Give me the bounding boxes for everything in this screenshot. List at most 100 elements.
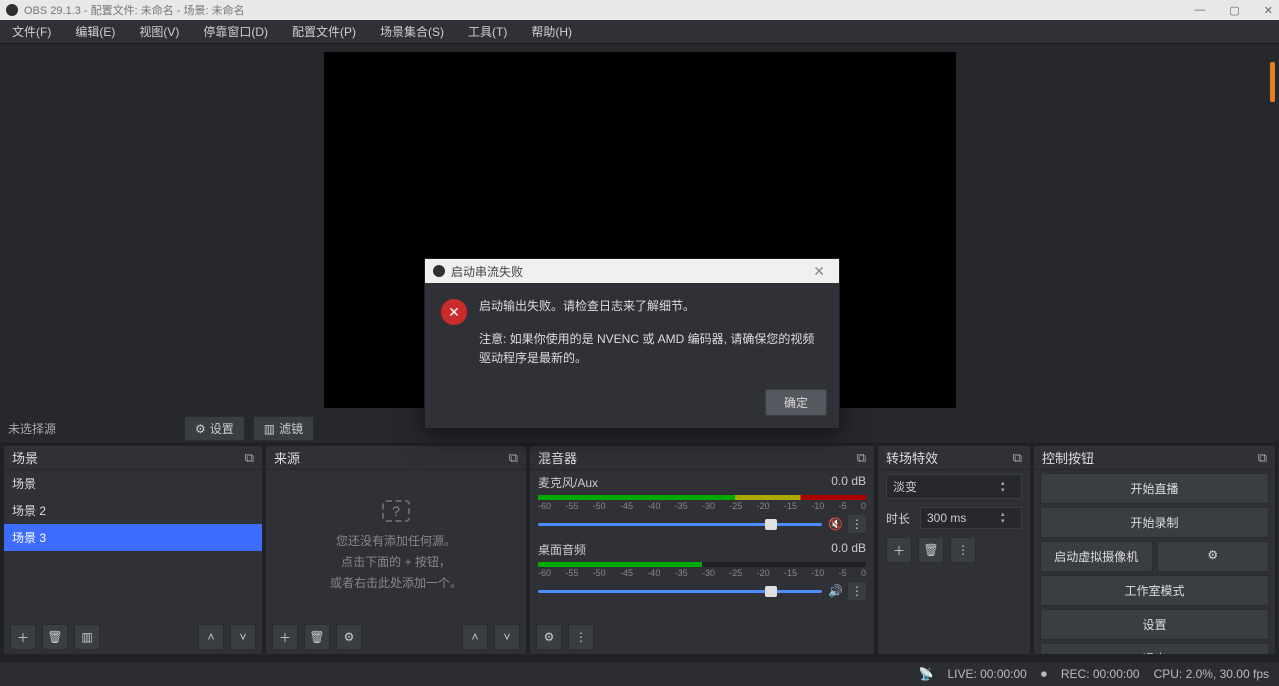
transitions-body: 淡变 ▴▾ 时长 300 ms ▴▾ ＋ 🗑 ⋮ — [878, 470, 1030, 654]
transition-select[interactable]: 淡变 ▴▾ — [886, 474, 1022, 499]
gear-icon: ⚙ — [195, 422, 206, 436]
move-scene-down-button[interactable]: ˅ — [230, 624, 256, 650]
docks-row: 场景 ⧉ 场景 场景 2 场景 3 ＋ 🗑 ▥ ˄ ˅ 来源 ⧉ ? 您还没有添… — [0, 444, 1279, 656]
trash-icon: 🗑 — [47, 630, 62, 644]
exit-button[interactable]: 退出 — [1040, 643, 1269, 654]
source-filters-button[interactable]: ▥ 滤镜 — [253, 416, 314, 441]
chevron-down-icon: ˅ — [239, 630, 246, 644]
speaker-icon[interactable]: 🔊 — [828, 584, 842, 598]
add-scene-button[interactable]: ＋ — [10, 624, 36, 650]
remove-transition-button[interactable]: 🗑 — [918, 537, 944, 563]
scenes-title: 场景 — [12, 448, 38, 467]
sources-empty-line: 或者右击此处添加一个。 — [330, 574, 462, 591]
duration-input[interactable]: 300 ms ▴▾ — [920, 507, 1022, 529]
add-source-button[interactable]: ＋ — [272, 624, 298, 650]
dots-icon: ⋮ — [851, 584, 863, 598]
add-transition-button[interactable]: ＋ — [886, 537, 912, 563]
menu-docks[interactable]: 停靠窗口(D) — [197, 20, 274, 43]
dialog-title: 启动串流失败 — [451, 263, 523, 280]
transitions-panel: 转场特效 ⧉ 淡变 ▴▾ 时长 300 ms ▴▾ ＋ 🗑 ⋮ — [878, 446, 1030, 654]
meter-ticks: -60-55-50-45-40-35-30-25-20-15-10-50 — [538, 568, 866, 578]
menu-file[interactable]: 文件(F) — [6, 20, 57, 43]
start-record-button[interactable]: 开始录制 — [1040, 507, 1269, 538]
trash-icon: 🗑 — [923, 543, 938, 557]
close-button[interactable]: ✕ — [1264, 4, 1273, 17]
mixer-footer: ⚙ ⋮ — [530, 620, 874, 654]
menu-edit[interactable]: 编辑(E) — [69, 20, 121, 43]
scene-item[interactable]: 场景 — [4, 470, 262, 497]
dialog-body: ✕ 启动输出失败。请检查日志来了解细节。 注意: 如果你使用的是 NVENC 或… — [425, 283, 839, 381]
channel-name: 桌面音频 — [538, 541, 586, 558]
menu-tools[interactable]: 工具(T) — [462, 20, 513, 43]
popout-icon[interactable]: ⧉ — [509, 450, 518, 466]
menu-profile[interactable]: 配置文件(P) — [286, 20, 362, 43]
status-live: LIVE: 00:00:00 — [947, 667, 1026, 681]
no-selection-label: 未选择源 — [8, 420, 176, 437]
sources-title: 来源 — [274, 448, 300, 467]
transition-options-button[interactable]: ⋮ — [950, 537, 976, 563]
start-virtualcam-button[interactable]: 启动虚拟摄像机 — [1040, 541, 1153, 572]
mixer-channel: 麦克风/Aux 0.0 dB -60-55-50-45-40-35-30-25-… — [530, 470, 874, 537]
sources-header: 来源 ⧉ — [266, 446, 526, 470]
popout-icon[interactable]: ⧉ — [245, 450, 254, 466]
sources-footer: ＋ 🗑 ⚙ ˄ ˅ — [266, 620, 526, 654]
popout-icon[interactable]: ⧉ — [1258, 450, 1267, 466]
settings-button[interactable]: 设置 — [1040, 609, 1269, 640]
channel-options-button[interactable]: ⋮ — [848, 582, 866, 600]
mixer-settings-button[interactable]: ⚙ — [536, 624, 562, 650]
sources-body[interactable]: ? 您还没有添加任何源。 点击下面的 + 按钮， 或者右击此处添加一个。 — [266, 470, 526, 620]
source-settings-label: 设置 — [210, 420, 234, 437]
scenes-panel: 场景 ⧉ 场景 场景 2 场景 3 ＋ 🗑 ▥ ˄ ˅ — [4, 446, 262, 654]
volume-slider[interactable] — [538, 590, 822, 593]
volume-slider[interactable] — [538, 523, 822, 526]
channel-options-button[interactable]: ⋮ — [848, 515, 866, 533]
sources-empty-line: 您还没有添加任何源。 — [336, 532, 456, 549]
scenes-list[interactable]: 场景 场景 2 场景 3 — [4, 470, 262, 620]
slider-thumb[interactable] — [765, 586, 777, 597]
sources-empty-line: 点击下面的 + 按钮， — [341, 553, 451, 570]
spinner-icon[interactable]: ▴▾ — [1001, 511, 1015, 525]
dialog-close-button[interactable]: ✕ — [807, 263, 831, 280]
dialog-line: 启动输出失败。请检查日志来了解细节。 — [479, 297, 823, 316]
source-properties-button[interactable]: ⚙ — [336, 624, 362, 650]
scroll-indicator — [1270, 62, 1275, 102]
dialog-ok-button[interactable]: 确定 — [765, 389, 827, 416]
mixer-channel: 桌面音频 0.0 dB -60-55-50-45-40-35-30-25-20-… — [530, 537, 874, 604]
slider-thumb[interactable] — [765, 519, 777, 530]
remove-source-button[interactable]: 🗑 — [304, 624, 330, 650]
error-dialog: 启动串流失败 ✕ ✕ 启动输出失败。请检查日志来了解细节。 注意: 如果你使用的… — [424, 258, 840, 429]
move-source-up-button[interactable]: ˄ — [462, 624, 488, 650]
move-scene-up-button[interactable]: ˄ — [198, 624, 224, 650]
menubar: 文件(F) 编辑(E) 视图(V) 停靠窗口(D) 配置文件(P) 场景集合(S… — [0, 20, 1279, 44]
status-cpu: CPU: 2.0%, 30.00 fps — [1154, 667, 1269, 681]
move-source-down-button[interactable]: ˅ — [494, 624, 520, 650]
filters-icon: ▥ — [264, 422, 275, 436]
select-spinner: ▴▾ — [1001, 480, 1015, 494]
scene-item[interactable]: 场景 2 — [4, 497, 262, 524]
mute-icon[interactable]: 🔇 — [828, 517, 842, 531]
window-controls: — ▢ ✕ — [1194, 4, 1273, 17]
virtualcam-settings-button[interactable]: ⚙ — [1157, 541, 1270, 572]
menu-help[interactable]: 帮助(H) — [525, 20, 578, 43]
gear-icon: ⚙ — [344, 630, 355, 644]
dialog-line: 注意: 如果你使用的是 NVENC 或 AMD 编码器, 请确保您的视频驱动程序… — [479, 330, 823, 368]
scene-item[interactable]: 场景 3 — [4, 524, 262, 551]
gear-icon: ⚙ — [544, 630, 555, 644]
scene-filters-button[interactable]: ▥ — [74, 624, 100, 650]
menu-scene-collection[interactable]: 场景集合(S) — [374, 20, 450, 43]
studio-mode-button[interactable]: 工作室模式 — [1040, 575, 1269, 606]
maximize-button[interactable]: ▢ — [1229, 4, 1239, 17]
start-stream-button[interactable]: 开始直播 — [1040, 473, 1269, 504]
source-settings-button[interactable]: ⚙ 设置 — [184, 416, 245, 441]
mixer-options-button[interactable]: ⋮ — [568, 624, 594, 650]
app-icon — [6, 4, 18, 16]
dialog-titlebar[interactable]: 启动串流失败 ✕ — [425, 259, 839, 283]
popout-icon[interactable]: ⧉ — [1013, 450, 1022, 466]
remove-scene-button[interactable]: 🗑 — [42, 624, 68, 650]
volume-meter — [538, 495, 866, 500]
window-title: OBS 29.1.3 - 配置文件: 未命名 - 场景: 未命名 — [24, 2, 245, 18]
popout-icon[interactable]: ⧉ — [857, 450, 866, 466]
menu-view[interactable]: 视图(V) — [133, 20, 185, 43]
minimize-button[interactable]: — — [1194, 4, 1205, 17]
dots-icon: ⋮ — [851, 517, 863, 531]
